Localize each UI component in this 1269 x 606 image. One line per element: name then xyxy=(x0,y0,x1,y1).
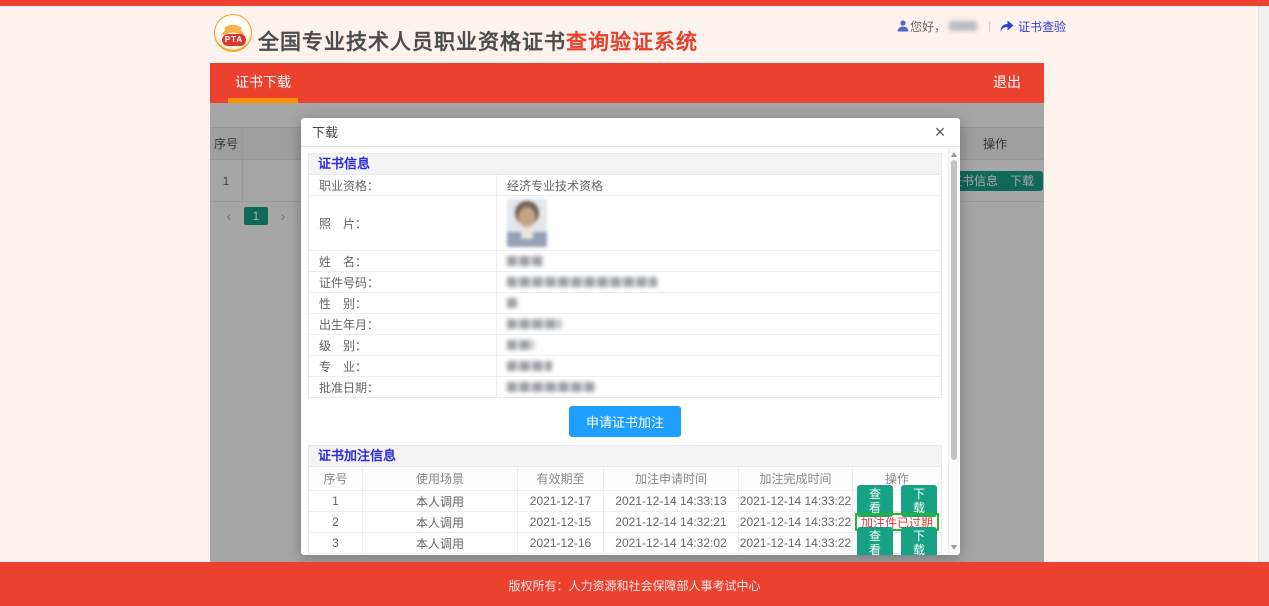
scrollbar-thumb[interactable] xyxy=(951,160,957,460)
page: PTA 全国专业技术人员职业资格证书查询验证系统 您好， | 证书查验 证书下载… xyxy=(0,0,1269,606)
account-bar: 您好， | 证书查验 xyxy=(896,16,1066,36)
page-title-accent: 查询验证系统 xyxy=(566,31,698,54)
page-title-main: 全国专业技术人员职业资格证书 xyxy=(258,31,566,54)
cert-row-major: 专 业： xyxy=(309,356,941,377)
row-value xyxy=(497,377,941,397)
logo-text: PTA xyxy=(222,34,246,46)
row-value xyxy=(497,272,941,292)
cert-row-name: 姓 名： xyxy=(309,251,941,272)
download-button[interactable]: 下载 xyxy=(901,527,937,555)
user-icon xyxy=(896,19,910,33)
cell-scene: 本人调用 xyxy=(363,512,518,532)
col-seq: 序号 xyxy=(309,467,363,490)
redacted-value xyxy=(507,277,657,287)
annotation-row-1: 1 本人调用 2021-12-17 2021-12-14 14:33:13 20… xyxy=(309,491,941,512)
cert-row-level: 级 别： xyxy=(309,335,941,356)
modal-header: 下载 × xyxy=(301,118,960,147)
cert-row-occupation: 职业资格： 经济专业技术资格 xyxy=(309,175,941,196)
row-label: 批准日期： xyxy=(309,377,497,397)
annotation-row-2: 2 本人调用 2021-12-15 2021-12-14 14:32:21 20… xyxy=(309,512,941,533)
apply-annotation-button[interactable]: 申请证书加注 xyxy=(569,406,681,437)
annotation-table-header: 序号 使用场景 有效期至 加注申请时间 加注完成时间 操作 xyxy=(309,467,941,491)
row-value xyxy=(497,335,941,355)
row-value xyxy=(497,293,941,313)
cert-verify-label: 证书查验 xyxy=(1018,18,1066,35)
header: PTA 全国专业技术人员职业资格证书查询验证系统 您好， | 证书查验 xyxy=(0,6,1269,63)
col-scene: 使用场景 xyxy=(363,467,518,490)
scroll-up-icon[interactable] xyxy=(951,152,957,157)
redacted-value xyxy=(507,361,552,371)
logout-button[interactable]: 退出 xyxy=(984,63,1030,103)
browser-scrollbar[interactable] xyxy=(1258,6,1269,562)
cert-row-approve-date: 批准日期： xyxy=(309,377,941,397)
cell-apply-time: 2021-12-14 14:32:02 xyxy=(604,533,739,553)
redacted-value xyxy=(507,340,534,350)
cell-complete-time: 2021-12-14 14:33:22 xyxy=(739,491,853,511)
cell-scene: 本人调用 xyxy=(363,533,518,553)
redacted-username xyxy=(949,21,977,31)
row-label: 职业资格： xyxy=(309,175,497,195)
cert-row-id-number: 证件号码： xyxy=(309,272,941,293)
page-title: 全国专业技术人员职业资格证书查询验证系统 xyxy=(258,26,698,56)
modal-title: 下载 xyxy=(312,118,338,147)
cell-valid-until: 2021-12-17 xyxy=(518,491,604,511)
row-value xyxy=(497,314,941,334)
redacted-value xyxy=(507,256,543,266)
download-modal: 下载 × 证书信息 职业资格： 经济专业技术资格 照 片： xyxy=(301,118,960,555)
cert-row-gender: 性 别： xyxy=(309,293,941,314)
row-label: 级 别： xyxy=(309,335,497,355)
cell-complete-time: 2021-12-14 14:33:22 xyxy=(739,512,853,532)
annotation-row-3: 3 本人调用 2021-12-16 2021-12-14 14:32:02 20… xyxy=(309,533,941,553)
divider: | xyxy=(988,19,991,33)
close-icon[interactable]: × xyxy=(930,120,950,144)
row-value xyxy=(497,251,941,271)
row-value xyxy=(497,356,941,376)
cell-complete-time: 2021-12-14 14:33:22 xyxy=(739,533,853,553)
cell-seq: 3 xyxy=(309,533,363,553)
pta-logo-icon: PTA xyxy=(214,14,252,52)
cell-actions: 查看 下载 xyxy=(853,491,941,511)
row-value: 经济专业技术资格 xyxy=(497,175,941,195)
cell-seq: 1 xyxy=(309,491,363,511)
row-label: 专 业： xyxy=(309,356,497,376)
modal-body: 证书信息 职业资格： 经济专业技术资格 照 片： 姓 名： xyxy=(301,147,960,555)
row-label: 姓 名： xyxy=(309,251,497,271)
cert-verify-link[interactable]: 证书查验 xyxy=(999,18,1066,35)
row-value xyxy=(497,196,941,250)
cell-scene: 本人调用 xyxy=(363,491,518,511)
portrait-photo xyxy=(507,199,547,247)
redacted-value xyxy=(507,298,518,308)
cell-valid-until: 2021-12-16 xyxy=(518,533,604,553)
annotate-button-row: 申请证书加注 xyxy=(308,406,942,437)
greeting-label: 您好， xyxy=(910,18,946,35)
row-label: 证件号码： xyxy=(309,272,497,292)
annotation-table: 序号 使用场景 有效期至 加注申请时间 加注完成时间 操作 1 本人调用 202… xyxy=(308,467,942,554)
cell-actions: 查看 下载 xyxy=(853,533,941,553)
redacted-value xyxy=(507,382,595,392)
row-label: 照 片： xyxy=(309,196,497,250)
share-arrow-icon xyxy=(999,20,1014,33)
copyright-text: 版权所有：人力资源和社会保障部人事考试中心 xyxy=(0,577,1269,594)
cert-row-birth: 出生年月： xyxy=(309,314,941,335)
footer: 版权所有：人力资源和社会保障部人事考试中心 xyxy=(0,562,1269,606)
tab-cert-download[interactable]: 证书下载 xyxy=(228,63,298,103)
cell-seq: 2 xyxy=(309,512,363,532)
nav-bar xyxy=(210,63,1044,103)
cert-info-table: 职业资格： 经济专业技术资格 照 片： 姓 名： 证件号码： xyxy=(308,175,942,398)
scroll-down-icon[interactable] xyxy=(951,545,957,550)
cert-row-photo: 照 片： xyxy=(309,196,941,251)
cell-apply-time: 2021-12-14 14:32:21 xyxy=(604,512,739,532)
cell-apply-time: 2021-12-14 14:33:13 xyxy=(604,491,739,511)
col-apply-time: 加注申请时间 xyxy=(604,467,739,490)
col-complete-time: 加注完成时间 xyxy=(739,467,853,490)
section-cert-info: 证书信息 xyxy=(308,153,942,175)
col-valid-until: 有效期至 xyxy=(518,467,604,490)
row-label: 性 别： xyxy=(309,293,497,313)
modal-scrollbar[interactable] xyxy=(948,148,959,554)
redacted-value xyxy=(507,319,561,329)
cell-valid-until: 2021-12-15 xyxy=(518,512,604,532)
section-annotation-info: 证书加注信息 xyxy=(308,445,942,467)
view-button[interactable]: 查看 xyxy=(857,527,893,555)
row-label: 出生年月： xyxy=(309,314,497,334)
